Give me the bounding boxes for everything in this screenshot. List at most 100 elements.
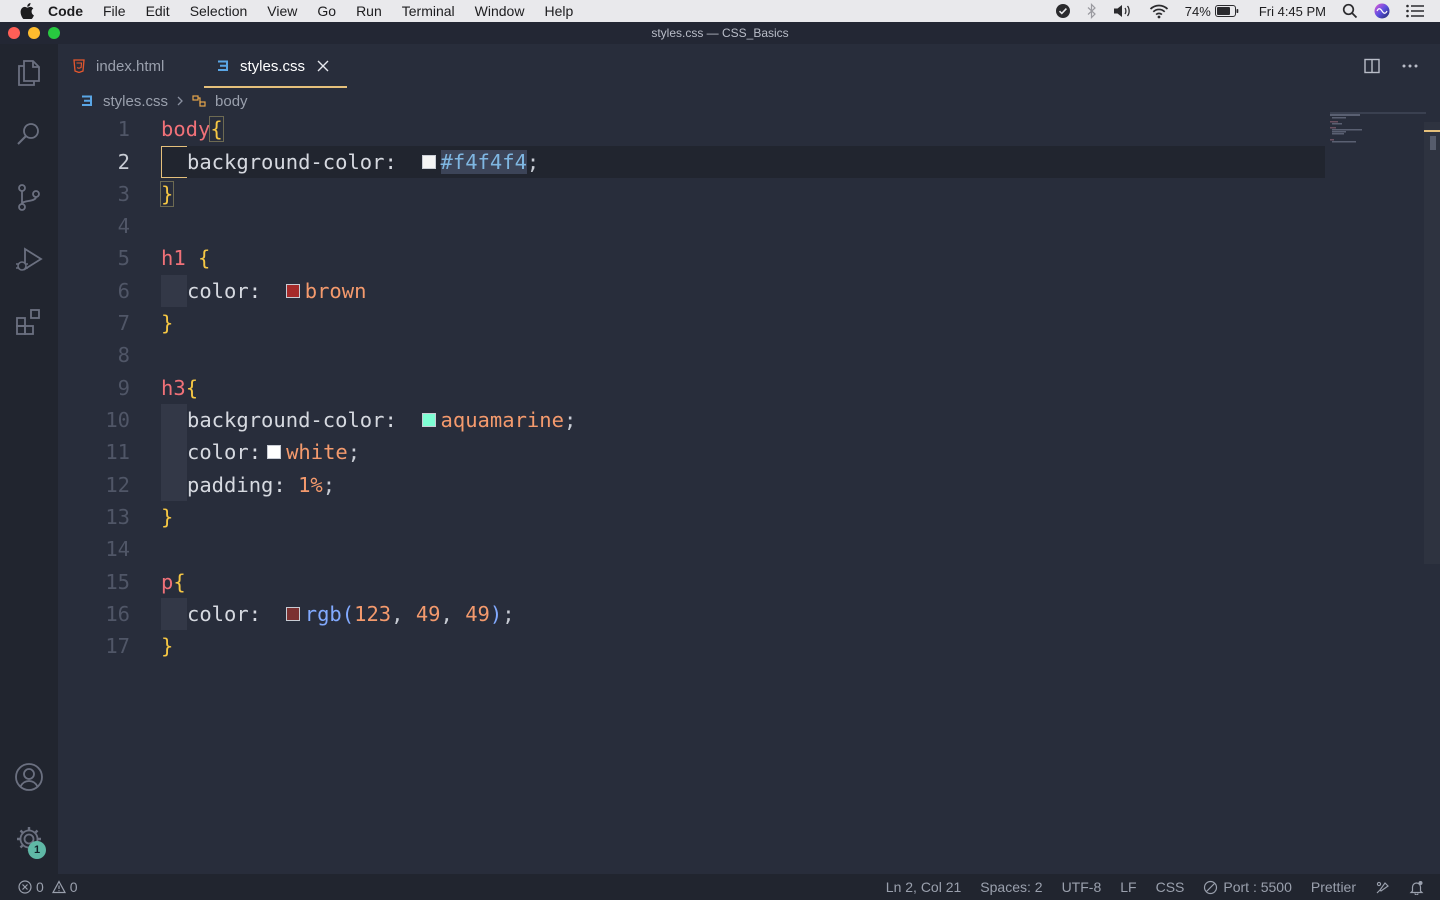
status-bar: 0 0 Ln 2, Col 21 Spaces: 2 UTF-8 LF CSS … xyxy=(0,874,1440,900)
tab-index-html[interactable]: index.html xyxy=(72,44,164,88)
selector-token: h3 xyxy=(161,376,186,400)
color-swatch[interactable] xyxy=(421,413,436,427)
css3-icon xyxy=(218,60,228,71)
close-icon[interactable] xyxy=(317,60,329,72)
explorer-button[interactable] xyxy=(13,56,45,88)
feedback-button[interactable] xyxy=(1375,880,1390,895)
volume-icon[interactable] xyxy=(1113,3,1133,19)
menu-selection[interactable]: Selection xyxy=(190,3,248,19)
symbol-class-icon xyxy=(192,95,206,107)
vertical-scrollbar[interactable] xyxy=(1424,122,1440,564)
menu-terminal[interactable]: Terminal xyxy=(402,3,455,19)
accounts-button[interactable] xyxy=(13,761,45,793)
problems-indicator[interactable]: 0 0 xyxy=(18,874,78,900)
line-number: 8 xyxy=(117,343,130,367)
control-center-list-icon[interactable] xyxy=(1406,4,1424,18)
tab-label: index.html xyxy=(96,57,165,75)
error-icon xyxy=(18,880,32,894)
extensions-button[interactable] xyxy=(13,306,45,338)
line-content: h3{ xyxy=(161,376,198,400)
code-line: 16 color: rgb(123, 49, 49); xyxy=(58,598,1328,630)
minimap[interactable] xyxy=(1330,112,1426,172)
battery-icon[interactable] xyxy=(1214,5,1239,17)
line-content: background-color: #f4f4f4; xyxy=(187,150,539,174)
macos-menubar: Code File Edit Selection View Go Run Ter… xyxy=(0,0,1440,22)
html5-icon xyxy=(73,59,85,73)
line-number: 10 xyxy=(105,408,130,432)
menubar-clock[interactable]: Fri 4:45 PM xyxy=(1259,4,1326,19)
paren-token: ( xyxy=(341,602,355,626)
line-number: 17 xyxy=(105,634,130,658)
notifications-button[interactable] xyxy=(1409,880,1424,895)
color-swatch[interactable] xyxy=(285,284,300,298)
code-line: 6 color: brown xyxy=(58,275,1328,307)
close-window-button[interactable] xyxy=(8,27,20,39)
wifi-icon[interactable] xyxy=(1149,3,1169,19)
breadcrumb-symbol[interactable]: body xyxy=(215,93,248,110)
code-line: 11 color: white; xyxy=(58,436,1328,468)
menu-window[interactable]: Window xyxy=(475,3,525,19)
comma-token: , xyxy=(440,602,453,626)
language-mode[interactable]: CSS xyxy=(1156,879,1185,895)
indentation-setting[interactable]: Spaces: 2 xyxy=(980,879,1042,895)
color-swatch[interactable] xyxy=(421,155,436,169)
line-content: } xyxy=(159,181,175,207)
line-number: 15 xyxy=(105,570,130,594)
source-control-button[interactable] xyxy=(13,181,45,213)
split-editor-icon[interactable] xyxy=(1364,58,1380,74)
siri-icon[interactable] xyxy=(1374,3,1390,19)
end-of-line[interactable]: LF xyxy=(1120,879,1136,895)
menu-view[interactable]: View xyxy=(267,3,297,19)
brace-token: { xyxy=(209,116,224,142)
minimize-window-button[interactable] xyxy=(28,27,40,39)
account-icon xyxy=(15,763,43,791)
menu-help[interactable]: Help xyxy=(544,3,573,19)
menu-go[interactable]: Go xyxy=(317,3,336,19)
property-token: background-color: xyxy=(187,150,397,174)
menu-app-code[interactable]: Code xyxy=(48,3,83,19)
file-encoding[interactable]: UTF-8 xyxy=(1062,879,1102,895)
active-tab-indicator xyxy=(204,86,347,88)
spotlight-search-icon[interactable] xyxy=(1342,3,1358,19)
line-number: 2 xyxy=(117,150,130,174)
port-label: Port : 5500 xyxy=(1223,879,1292,895)
run-debug-button[interactable] xyxy=(13,243,45,275)
value-token: #f4f4f4 xyxy=(440,150,527,174)
tab-styles-css[interactable]: styles.css xyxy=(216,44,329,88)
window-titlebar: styles.css — CSS_Basics xyxy=(0,22,1440,44)
breadcrumb-file[interactable]: styles.css xyxy=(103,93,168,110)
menu-file[interactable]: File xyxy=(103,3,126,19)
code-line: 7 } xyxy=(58,307,1328,339)
scrollbar-thumb[interactable] xyxy=(1430,136,1436,150)
value-token: white xyxy=(286,440,348,464)
tab-label: styles.css xyxy=(240,57,306,75)
code-line: 1 body{ xyxy=(58,113,1328,145)
scrollbar-cursor-marker xyxy=(1424,130,1440,132)
line-number: 13 xyxy=(105,505,130,529)
prettier-formatter[interactable]: Prettier xyxy=(1311,879,1356,895)
code-line: 17 } xyxy=(58,630,1328,662)
code-editor[interactable]: 1 body{ 2 background-color: #f4f4f4; 3 }… xyxy=(58,112,1440,874)
more-actions-icon[interactable] xyxy=(1402,64,1418,68)
code-line: 9 h3{ xyxy=(58,372,1328,404)
property-token: color: xyxy=(187,602,262,626)
live-server-port[interactable]: Port : 5500 xyxy=(1203,879,1292,895)
comma-token: , xyxy=(391,602,404,626)
bluetooth-icon[interactable] xyxy=(1087,3,1097,19)
extensions-icon xyxy=(16,309,40,335)
color-swatch[interactable] xyxy=(285,607,300,621)
menu-run[interactable]: Run xyxy=(356,3,382,19)
line-content: color: white; xyxy=(187,440,360,464)
search-button[interactable] xyxy=(13,118,45,150)
zoom-window-button[interactable] xyxy=(48,27,60,39)
battery-percent: 74% xyxy=(1184,3,1211,19)
no-entry-icon xyxy=(1204,880,1218,894)
code-line: 2 background-color: #f4f4f4; xyxy=(58,146,1328,178)
apple-logo-icon[interactable] xyxy=(20,3,34,19)
color-swatch[interactable] xyxy=(267,445,282,459)
brace-token: { xyxy=(198,246,211,270)
menu-edit[interactable]: Edit xyxy=(146,3,170,19)
code-line: 8 xyxy=(58,339,1328,371)
checkmark-circle-icon[interactable] xyxy=(1055,3,1071,19)
cursor-position[interactable]: Ln 2, Col 21 xyxy=(886,879,962,895)
